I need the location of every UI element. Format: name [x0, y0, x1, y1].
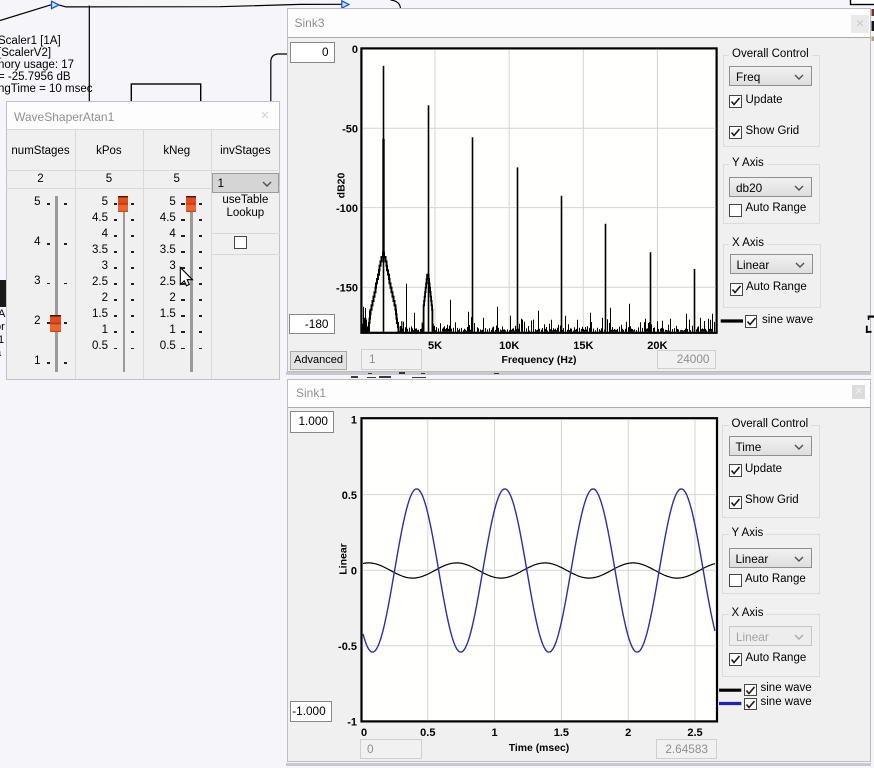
svg-text:15K: 15K: [573, 340, 593, 352]
svg-text:10K: 10K: [499, 340, 519, 352]
svg-text:-0.5: -0.5: [338, 641, 357, 653]
svg-text:1: 1: [351, 415, 357, 427]
svg-text:1: 1: [492, 727, 498, 739]
svg-text:0: 0: [351, 565, 357, 577]
svg-text:0.5: 0.5: [342, 490, 357, 502]
svg-text:0: 0: [352, 44, 358, 56]
svg-text:5K: 5K: [428, 340, 442, 352]
svg-text:1.5: 1.5: [554, 727, 569, 739]
svg-text:-100: -100: [336, 203, 358, 215]
svg-text:Linear: Linear: [338, 543, 350, 575]
svg-text:Time (msec): Time (msec): [509, 743, 569, 754]
svg-text:-1: -1: [347, 717, 357, 729]
svg-text:dB20: dB20: [336, 173, 348, 199]
svg-text:-50: -50: [342, 123, 358, 135]
svg-text:0.5: 0.5: [420, 727, 435, 739]
svg-text:-150: -150: [336, 283, 358, 295]
svg-text:0: 0: [361, 727, 367, 739]
svg-text:Frequency (Hz): Frequency (Hz): [501, 355, 576, 366]
svg-text:2: 2: [625, 727, 631, 739]
svg-text:2.5: 2.5: [687, 727, 702, 739]
